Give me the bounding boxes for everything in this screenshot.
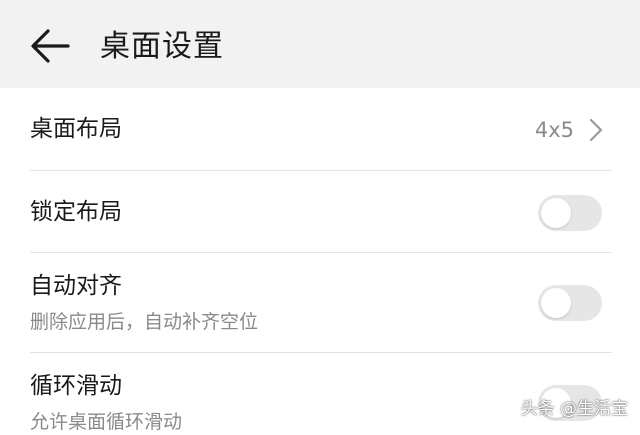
toggle-knob — [541, 288, 571, 318]
setting-label: 循环滑动 — [30, 373, 122, 399]
arrow-left-icon — [31, 29, 70, 63]
toggle-knob — [541, 198, 571, 228]
chevron-right-icon — [589, 118, 603, 142]
setting-desktop-layout[interactable]: 桌面布局 4x5 — [0, 88, 640, 171]
setting-sublabel: 删除应用后，自动补齐空位 — [30, 311, 259, 333]
setting-sublabel: 允许桌面循环滑动 — [30, 411, 183, 433]
app-header: 桌面设置 — [0, 0, 640, 88]
auto-align-toggle[interactable] — [538, 285, 602, 321]
setting-lock-layout[interactable]: 锁定布局 — [0, 171, 640, 253]
setting-auto-align[interactable]: 自动对齐 删除应用后，自动补齐空位 — [0, 253, 640, 353]
setting-label: 自动对齐 — [30, 273, 122, 299]
setting-value: 4x5 — [534, 118, 574, 142]
back-button[interactable] — [28, 26, 72, 66]
setting-label: 桌面布局 — [30, 116, 122, 142]
lock-layout-toggle[interactable] — [538, 195, 602, 231]
setting-label: 锁定布局 — [30, 199, 122, 225]
settings-list: 桌面布局 4x5 锁定布局 自动对齐 删除应用后，自动补齐空位 循环滑动 允许桌… — [0, 88, 640, 433]
page-title: 桌面设置 — [100, 29, 224, 64]
watermark: 头条 @生活宝 — [520, 399, 628, 419]
